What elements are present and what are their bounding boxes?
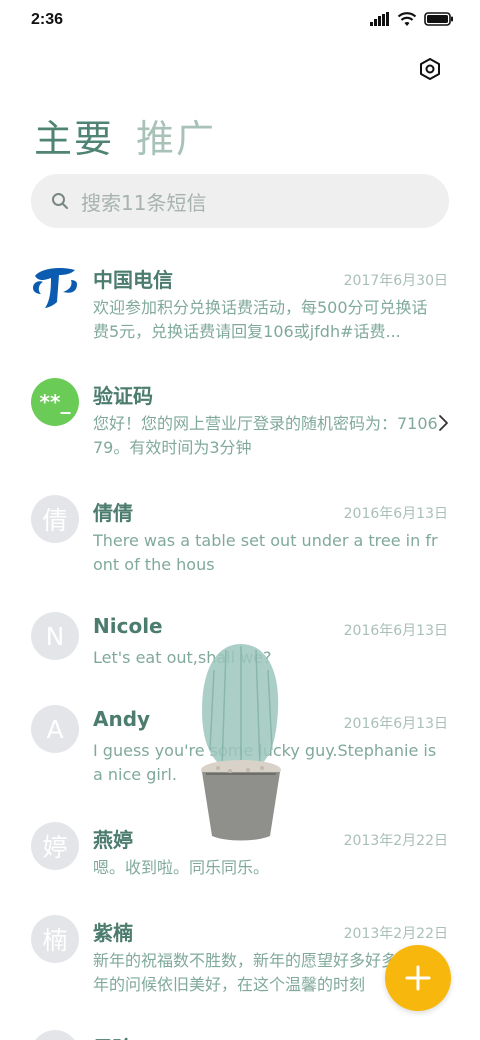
message-snippet: 欢迎参加积分兑换话费活动，每500分可兑换话费5元，兑换话费请回复106或jfd… [93, 298, 428, 341]
avatar: **_ [31, 378, 79, 426]
message-row[interactable]: 子玲 [0, 1030, 480, 1040]
plus-icon [405, 965, 431, 991]
tab-bar: 主要 推广 [34, 108, 216, 163]
avatar: 倩 [31, 495, 79, 543]
avatar: 婷 [31, 822, 79, 870]
avatar [31, 1030, 79, 1040]
avatar: A [31, 705, 79, 753]
message-snippet: I guess you're some lucky guy.Stephanie … [93, 741, 437, 784]
message-row[interactable]: 倩 倩倩 2016年6月13日 There was a table set ou… [0, 495, 480, 595]
message-snippet: 您好！您的网上营业厅登录的随机密码为：710679。有效时间为3分钟 [93, 414, 438, 457]
signal-icon [370, 12, 389, 26]
search-bar[interactable]: 搜索11条短信 [31, 174, 449, 228]
battery-icon [424, 12, 453, 26]
sender-name: Andy [93, 707, 151, 731]
status-time: 2:36 [31, 11, 64, 28]
avatar: N [31, 612, 79, 660]
sender-name: 子玲 [93, 1032, 133, 1040]
message-date: 2016年6月13日 [343, 716, 448, 732]
message-snippet: There was a table set out under a tree i… [93, 531, 438, 574]
message-date: 2013年2月22日 [343, 926, 448, 942]
sender-name: 燕婷 [93, 828, 133, 852]
tab-primary[interactable]: 主要 [34, 108, 114, 163]
sender-name: 中国电信 [93, 268, 173, 292]
sender-name: 倩倩 [93, 501, 133, 525]
avatar [31, 262, 79, 310]
message-date: 2013年2月22日 [343, 833, 448, 849]
message-row[interactable]: N Nicole 2016年6月13日 Let's eat out,shall … [0, 612, 480, 692]
sender-name: Nicole [93, 614, 163, 638]
message-row[interactable]: **_ 验证码 您好！您的网上营业厅登录的随机密码为：710679。有效时间为3… [0, 378, 480, 478]
message-date: 2016年6月13日 [343, 506, 448, 522]
settings-button[interactable] [416, 55, 444, 83]
telecom-logo-icon [33, 268, 77, 308]
message-snippet: Let's eat out,shall we? [93, 648, 272, 667]
sender-name: 验证码 [93, 384, 153, 408]
message-row[interactable]: A Andy 2016年6月13日 I guess you're some lu… [0, 705, 480, 805]
wifi-icon [397, 12, 417, 26]
chevron-right-icon[interactable] [436, 414, 450, 432]
status-icons [370, 11, 454, 27]
settings-hex-icon [420, 58, 440, 80]
tab-promotions[interactable]: 推广 [136, 108, 216, 163]
message-snippet: 嗯。收到啦。同乐同乐。 [93, 858, 270, 877]
compose-fab-button[interactable] [385, 945, 451, 1011]
message-row[interactable]: 中国电信 2017年6月30日 欢迎参加积分兑换话费活动，每500分可兑换话费5… [0, 262, 480, 362]
message-date: 2017年6月30日 [343, 273, 448, 289]
sender-name: 紫楠 [93, 921, 133, 945]
search-input[interactable]: 搜索11条短信 [81, 187, 206, 216]
status-bar: 2:36 [0, 0, 480, 40]
message-row[interactable]: 婷 燕婷 2013年2月22日 嗯。收到啦。同乐同乐。 [0, 822, 480, 902]
search-icon [52, 193, 68, 209]
avatar: 楠 [31, 915, 79, 963]
message-date: 2016年6月13日 [343, 623, 448, 639]
